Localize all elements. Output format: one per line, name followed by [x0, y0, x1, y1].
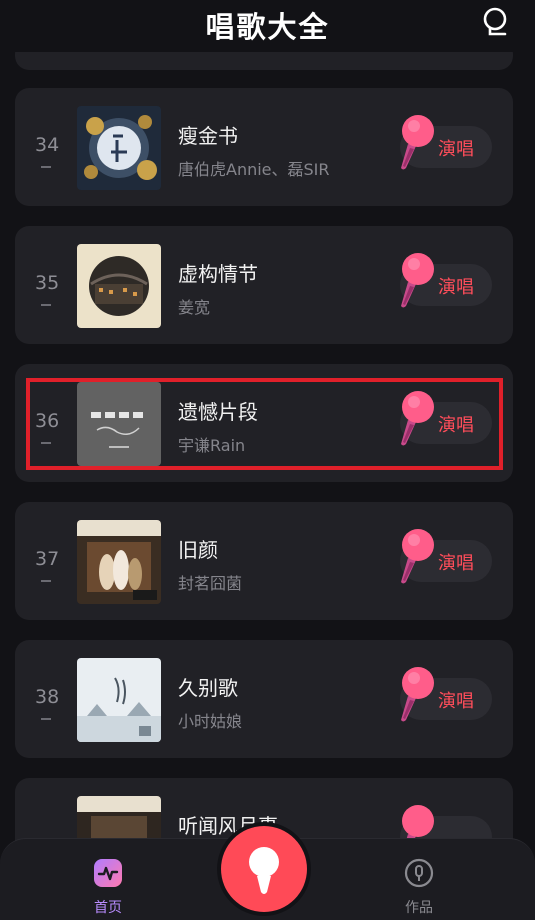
album-cover [77, 658, 161, 742]
song-title: 久别歌 [178, 676, 238, 700]
sing-label: 演唱 [438, 553, 474, 574]
song-item-37[interactable]: 37 旧颜 封茗囧菌 演唱 [15, 502, 513, 620]
tab-works-label: 作品 [405, 900, 433, 916]
sing-button[interactable]: 演唱 [400, 115, 492, 170]
song-item-34[interactable]: 34 瘦金书 唐伯虎Annie、磊SIR 演唱 [15, 88, 513, 206]
microphone-icon [249, 847, 279, 894]
song-artist: 小时姑娘 [178, 712, 243, 731]
sing-button[interactable]: 演唱 [400, 253, 492, 308]
song-artist: 姜宽 [178, 298, 211, 317]
tab-works[interactable]: 作品 [389, 857, 449, 917]
header: 唱歌大全 [0, 0, 535, 52]
tab-home[interactable]: 首页 [78, 857, 138, 917]
sing-button[interactable]: 演唱 [400, 529, 492, 584]
album-cover [77, 244, 161, 328]
song-artist: 封茗囧菌 [178, 574, 243, 593]
song-item-35[interactable]: 35 虚构情节 姜宽 演唱 [15, 226, 513, 344]
rank-number: 34 [35, 134, 60, 156]
microphone-icon [396, 252, 436, 310]
sing-button[interactable]: 演唱 [400, 667, 492, 722]
sing-label: 演唱 [438, 139, 474, 160]
works-icon [404, 858, 434, 888]
profile-icon[interactable] [481, 6, 511, 40]
rank-trend [41, 304, 51, 306]
album-cover [77, 106, 161, 190]
page-title: 唱歌大全 [205, 10, 330, 44]
sing-label: 演唱 [438, 691, 474, 712]
tab-home-label: 首页 [94, 900, 122, 916]
selection-highlight-box [26, 378, 503, 470]
rank-trend [41, 580, 51, 582]
microphone-icon [396, 114, 436, 172]
album-cover [77, 520, 161, 604]
microphone-icon [396, 528, 436, 586]
rank-trend [41, 166, 51, 168]
sing-center-button[interactable] [221, 826, 307, 912]
pulse-icon [94, 859, 122, 887]
rank-number: 38 [35, 686, 60, 708]
song-item-38[interactable]: 38 久别歌 小时姑娘 演唱 [15, 640, 513, 758]
song-artist: 唐伯虎Annie、磊SIR [178, 160, 330, 179]
song-title: 旧颜 [178, 538, 218, 562]
song-title: 瘦金书 [178, 124, 238, 148]
rank-number: 37 [35, 548, 60, 570]
microphone-icon [396, 666, 436, 724]
rank-number: 35 [35, 272, 60, 294]
song-title: 虚构情节 [178, 262, 258, 286]
rank-trend [41, 718, 51, 720]
sing-label: 演唱 [438, 277, 474, 298]
